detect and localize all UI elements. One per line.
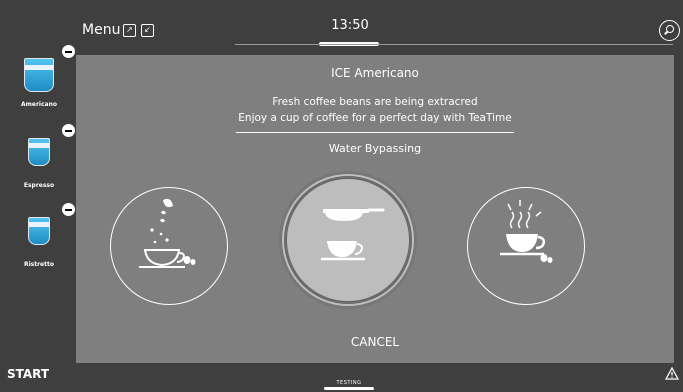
menu-button[interactable]: Menu [82, 22, 120, 38]
drink-label: Ristretto [23, 261, 54, 268]
brewing-dialog: ICE Americano Fresh coffee beans are bei… [76, 55, 674, 363]
import-icon[interactable]: ↙ [141, 24, 154, 37]
coffee-machine-screen: Menu ↗ ↙ 13:50 Americano Espresso Ristre… [0, 0, 683, 392]
status-text: Water Bypassing [328, 142, 422, 155]
hot-cup-icon [500, 200, 553, 263]
espresso-cup-icon [28, 138, 50, 166]
cancel-button[interactable]: CANCEL [314, 335, 436, 349]
top-divider [235, 44, 673, 45]
stage-grinding [110, 187, 228, 305]
stage-extracting [284, 176, 412, 304]
remove-ristretto-button[interactable] [62, 203, 75, 216]
page-indicator: TESTING [319, 380, 379, 390]
drink-label: Espresso [23, 182, 55, 189]
americano-cup-icon [24, 58, 54, 92]
export-icon[interactable]: ↗ [123, 24, 136, 37]
beans-into-cup-icon [139, 198, 196, 268]
drink-item-espresso[interactable]: Espresso [14, 135, 64, 195]
warning-icon[interactable] [665, 367, 679, 380]
stage-serving [467, 187, 585, 305]
top-bar: Menu ↗ ↙ 13:50 [0, 0, 683, 46]
drink-item-americano[interactable]: Americano [14, 54, 64, 114]
dialog-title: ICE Americano [331, 66, 419, 80]
start-button[interactable]: START [7, 367, 49, 381]
drink-item-ristretto[interactable]: Ristretto [14, 215, 64, 275]
dialog-divider [236, 132, 514, 133]
indicator-label: TESTING [336, 380, 362, 386]
drink-label: Americano [21, 101, 57, 108]
dialog-message-line2: Enjoy a cup of coffee for a perfect day … [238, 112, 512, 124]
portafilter-cup-icon [321, 208, 385, 261]
search-icon[interactable] [659, 20, 680, 41]
remove-espresso-button[interactable] [62, 124, 75, 137]
dialog-message-line1: Fresh coffee beans are being extracred [272, 96, 478, 108]
clock: 13:50 [331, 18, 369, 33]
ristretto-cup-icon [28, 217, 50, 245]
remove-americano-button[interactable] [62, 45, 75, 58]
